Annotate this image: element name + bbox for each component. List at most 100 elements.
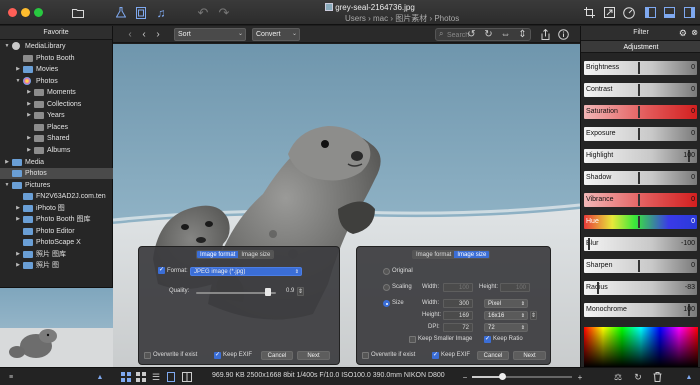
sidebar-item[interactable]: ▶ Shared — [0, 133, 113, 144]
disclosure-closed-icon[interactable]: ▶ — [15, 203, 21, 214]
keep-ratio-checkbox[interactable]: ✓ — [484, 336, 491, 343]
scaling-width-input[interactable]: 100 — [443, 283, 473, 292]
adjustment-slider[interactable]: Shadow 0 — [584, 171, 697, 185]
chevron-up-icon[interactable]: ▲ — [684, 371, 694, 383]
ratio-select[interactable]: 16x16 ⇕ — [484, 311, 528, 320]
split-view-icon[interactable] — [181, 371, 193, 383]
inspector-toggle-icon[interactable] — [682, 4, 696, 21]
sidebar-item[interactable]: ▶ 照片 图库 — [0, 249, 113, 260]
zoom-slider-knob[interactable] — [499, 373, 506, 380]
adjustment-slider[interactable]: Sharpen 0 — [584, 259, 697, 273]
adjustment-slider[interactable]: Brightness 0 — [584, 61, 697, 75]
sidebar-item[interactable]: Photo Editor — [0, 226, 113, 237]
convert-dropdown[interactable]: Convert ⌄ — [252, 28, 300, 41]
overwrite-checkbox[interactable] — [362, 352, 369, 359]
tab-image-format[interactable]: Image format — [197, 251, 239, 258]
sidebar-item[interactable]: PhotoScape X — [0, 237, 113, 248]
width-input[interactable]: 300 — [443, 299, 473, 308]
refresh-icon[interactable]: ↻ — [632, 371, 644, 383]
preview-thumbnail[interactable] — [0, 287, 113, 367]
list-view-icon[interactable]: ☰ — [150, 371, 162, 383]
close-window-button[interactable] — [8, 8, 17, 17]
rotate-left-icon[interactable]: ↺ — [465, 28, 478, 41]
sidebar-item[interactable]: ▶ Collections — [0, 99, 113, 110]
tab-image-size[interactable]: Image size — [454, 251, 490, 258]
sidebar-item[interactable]: FN2V63AD2J.com.ten — [0, 191, 113, 202]
zoom-slider[interactable] — [472, 373, 572, 380]
adjustment-slider[interactable]: Highlight 100 — [584, 149, 697, 163]
sidebar-item[interactable]: Places — [0, 122, 113, 133]
cancel-button[interactable]: Cancel — [477, 351, 509, 360]
rotate-right-icon[interactable]: ↻ — [482, 28, 495, 41]
disclosure-closed-icon[interactable]: ▶ — [26, 87, 32, 98]
disclosure-closed-icon[interactable]: ▶ — [15, 64, 21, 75]
zoom-window-button[interactable] — [34, 8, 43, 17]
disclosure-open-icon[interactable]: ▼ — [4, 41, 10, 52]
adjustment-slider[interactable]: Vibrance 0 — [584, 193, 697, 207]
back-icon[interactable]: ‹ — [125, 28, 135, 41]
adjustment-handle[interactable] — [638, 172, 640, 184]
image-viewer[interactable]: Image format Image size ✓ Format: JPEG i… — [113, 44, 580, 367]
disclosure-closed-icon[interactable]: ▶ — [26, 133, 32, 144]
minimize-window-button[interactable] — [21, 8, 30, 17]
disclosure-closed-icon[interactable]: ▶ — [26, 110, 32, 121]
keep-exif-checkbox[interactable]: ✓ — [432, 352, 439, 359]
redo-icon[interactable]: ↷ — [217, 4, 231, 21]
disclosure-open-icon[interactable]: ▼ — [15, 76, 21, 87]
quality-stepper[interactable]: ⇕ — [297, 287, 304, 296]
tab-image-format[interactable]: Image format — [413, 251, 455, 258]
color-picker[interactable] — [584, 327, 698, 367]
sidebar-item[interactable]: ▶ Media — [0, 157, 113, 168]
disclosure-closed-icon[interactable]: ▶ — [26, 145, 32, 156]
adjustment-slider[interactable]: Monochrome 100 — [584, 303, 697, 317]
film-icon[interactable] — [134, 4, 148, 21]
close-icon[interactable]: ⊗ — [691, 26, 698, 40]
zoom-out-icon[interactable]: − — [460, 371, 470, 383]
up-arrow-icon[interactable]: ▲ — [95, 371, 105, 383]
keep-smaller-checkbox[interactable] — [409, 336, 416, 343]
width-unit-select[interactable]: Pixel ⇕ — [484, 299, 528, 308]
collapse-sidebar-icon[interactable]: ≡ — [6, 371, 16, 383]
sidebar-item[interactable]: ▶ Photo Booth 图库 — [0, 214, 113, 225]
adjustment-slider[interactable]: Radius-83 — [584, 281, 697, 295]
height-input[interactable]: 169 — [443, 311, 473, 320]
cancel-button[interactable]: Cancel — [261, 351, 293, 360]
adjustment-handle[interactable] — [638, 62, 640, 74]
next-button[interactable]: Next — [513, 351, 546, 360]
disclosure-closed-icon[interactable]: ▶ — [15, 249, 21, 260]
sidebar-item[interactable]: ▶ Movies — [0, 64, 113, 75]
flask-icon[interactable] — [114, 4, 128, 21]
grid-view-icon[interactable] — [120, 371, 132, 383]
adjustment-handle[interactable] — [638, 128, 640, 140]
sidebar-item[interactable]: ▶ Moments — [0, 87, 113, 98]
info-icon[interactable] — [557, 28, 570, 41]
sidebar-item[interactable]: ▼ Pictures — [0, 180, 113, 191]
adjustment-handle[interactable] — [597, 282, 599, 294]
sort-dropdown[interactable]: Sort ⌄ — [174, 28, 246, 41]
nav-forward-icon[interactable]: › — [153, 28, 163, 41]
sidebar-item[interactable]: ▼ MediaLibrary — [0, 41, 113, 52]
adjustment-slider[interactable]: Contrast 0 — [584, 83, 697, 97]
quality-slider-knob[interactable] — [265, 288, 271, 296]
share-icon[interactable] — [539, 28, 552, 41]
sidebar-item[interactable]: ▶ Albums — [0, 145, 113, 156]
tab-image-size[interactable]: Image size — [238, 251, 274, 258]
sidebar-item[interactable]: ▶ Years — [0, 110, 113, 121]
overwrite-checkbox[interactable] — [144, 352, 151, 359]
disclosure-open-icon[interactable]: ▼ — [4, 180, 10, 191]
music-note-icon[interactable]: ♫ — [154, 4, 168, 21]
disclosure-closed-icon[interactable]: ▶ — [15, 260, 21, 271]
trash-icon[interactable] — [651, 371, 663, 383]
adjustment-handle[interactable] — [638, 106, 640, 118]
resize-icon[interactable] — [602, 4, 616, 21]
dial-icon[interactable] — [622, 4, 636, 21]
nav-back-icon[interactable]: ‹ — [139, 28, 149, 41]
adjustment-handle[interactable] — [638, 194, 640, 206]
scaling-radio[interactable] — [383, 284, 390, 291]
adjustment-handle[interactable] — [638, 216, 640, 228]
scaling-height-input[interactable]: 100 — [500, 283, 530, 292]
sidebar-toggle-icon[interactable] — [643, 4, 657, 21]
filmstrip-toggle-icon[interactable] — [662, 4, 676, 21]
adjustment-slider[interactable]: Hue 0 — [584, 215, 697, 229]
format-select[interactable]: JPEG image (*.jpg) ⇕ — [190, 267, 302, 276]
